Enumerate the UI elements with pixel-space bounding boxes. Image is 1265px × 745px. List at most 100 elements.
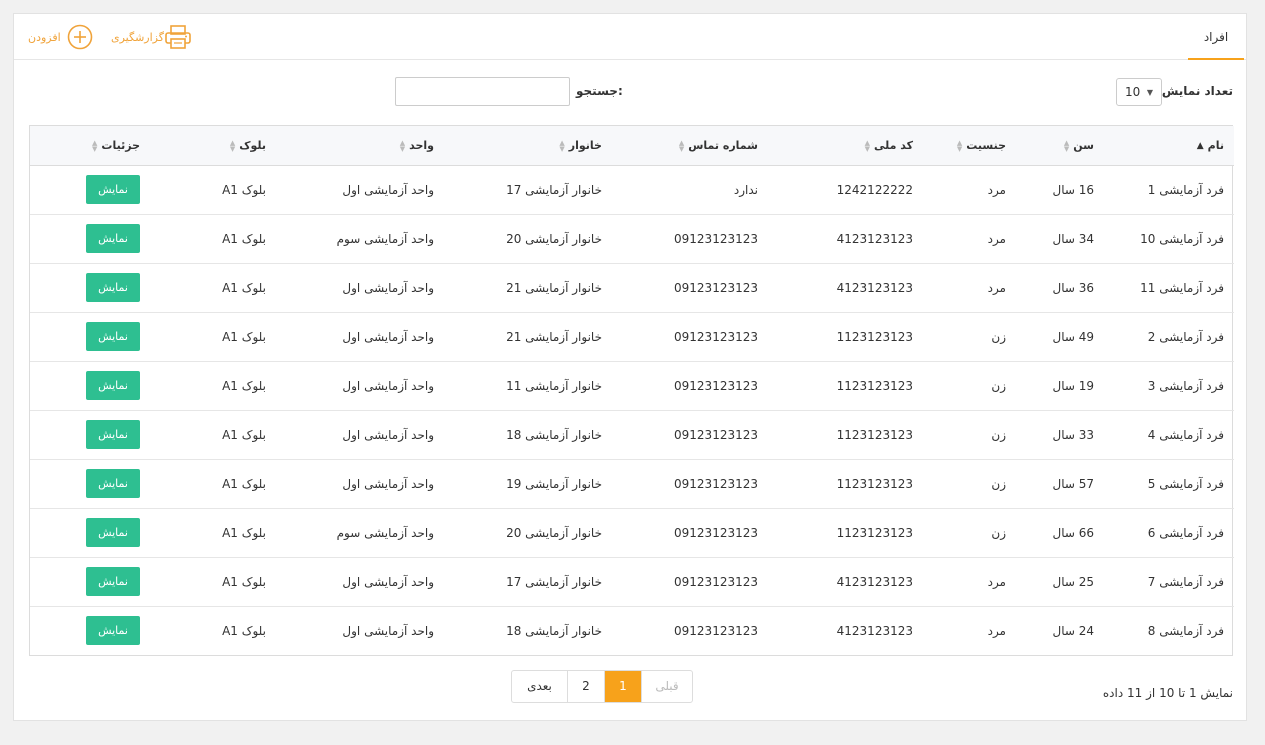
table-cell: واحد آزمایشی اول bbox=[342, 476, 434, 491]
show-details-button[interactable]: نمایش bbox=[86, 175, 140, 204]
pagination-prev[interactable]: قبلی bbox=[641, 671, 692, 702]
table-cell-details: نمایش bbox=[30, 606, 150, 655]
people-table: نام▲ سن▲ ▼ جنسیت▲ ▼ کد ملی▲ ▼ شماره تماس▲ ▼ خانوا… bbox=[29, 125, 1234, 656]
table-cell: 57 سال bbox=[1052, 476, 1094, 491]
table-cell: واحد آزمایشی سوم bbox=[336, 231, 434, 246]
table-cell: بلوک A1 bbox=[222, 476, 266, 491]
column-header-label: واحد bbox=[409, 138, 434, 152]
table-cell: بلوک A1 bbox=[222, 231, 266, 246]
show-details-button[interactable]: نمایش bbox=[86, 616, 140, 646]
column-header[interactable]: خانوار▲ ▼ bbox=[444, 126, 612, 166]
show-details-button[interactable]: نمایش bbox=[86, 469, 140, 498]
column-header[interactable]: بلوک▲ ▼ bbox=[150, 126, 276, 166]
table-cell: واحد آزمایشی اول bbox=[342, 329, 434, 344]
pagination-page-1[interactable]: 1 bbox=[604, 671, 641, 702]
table-cell: 49 سال bbox=[1052, 329, 1094, 344]
column-header[interactable]: جزئیات▲ ▼ bbox=[30, 126, 150, 166]
table-cell: مرد bbox=[987, 231, 1006, 246]
sort-icon: ▲ ▼ bbox=[678, 138, 685, 153]
table-cell: فرد آزمایشی 10 bbox=[1140, 231, 1224, 246]
sort-icon: ▲ ▼ bbox=[92, 138, 98, 153]
pagination-next[interactable]: بعدی bbox=[512, 671, 567, 702]
sort-icon: ▲ ▼ bbox=[1063, 138, 1070, 153]
table-cell-details: نمایش bbox=[30, 508, 150, 557]
table-cell: 25 سال bbox=[1052, 574, 1094, 589]
tab-people[interactable]: افراد bbox=[1188, 14, 1244, 60]
table-cell: بلوک A1 bbox=[222, 329, 266, 344]
search-input[interactable] bbox=[395, 77, 570, 106]
show-details-button[interactable]: نمایش bbox=[86, 567, 140, 596]
report-button[interactable]: گزارشگیری bbox=[107, 24, 192, 50]
table-cell: فرد آزمایشی 1 bbox=[1147, 182, 1224, 197]
column-header[interactable]: جنسیت▲ ▼ bbox=[923, 126, 1016, 166]
length-value: 10 bbox=[1125, 85, 1141, 99]
column-header-label: خانوار bbox=[568, 138, 602, 152]
table-cell: خانوار آزمایشی 21 bbox=[506, 280, 602, 295]
table-cell: 09123123123 bbox=[674, 280, 758, 295]
table-cell: زن bbox=[991, 525, 1006, 540]
table-cell: فرد آزمایشی 5 bbox=[1147, 476, 1224, 491]
table-row: فرد آزمایشی 1 16 سال مرد 1242122222 ندارد خان… bbox=[30, 165, 1234, 214]
column-header[interactable]: نام▲ bbox=[1104, 126, 1234, 166]
table-cell: خانوار آزمایشی 19 bbox=[506, 476, 602, 491]
table-cell: خانوار آزمایشی 18 bbox=[506, 427, 602, 442]
people-panel: افراد گزارشگیری افزودن تعداد نمایش 10 ▼ … bbox=[13, 13, 1247, 721]
table-cell: واحد آزمایشی سوم bbox=[336, 525, 434, 540]
length-label: تعداد نمایش bbox=[1161, 84, 1233, 98]
table-cell: 4123123123 bbox=[836, 231, 913, 246]
show-details-button[interactable]: نمایش bbox=[86, 420, 140, 449]
table-row: فرد آزمایشی 3 19 سال زن 1123123123 091231231… bbox=[30, 361, 1234, 410]
pagination-page-2[interactable]: 2 bbox=[567, 671, 604, 702]
sort-icon: ▲ ▼ bbox=[229, 138, 236, 153]
column-header[interactable]: شماره تماس▲ ▼ bbox=[612, 126, 768, 166]
table-cell: 1123123123 bbox=[836, 525, 913, 540]
table-cell: 09123123123 bbox=[674, 623, 758, 638]
sort-icon: ▲ ▼ bbox=[559, 138, 565, 153]
table-cell: مرد bbox=[987, 623, 1006, 638]
column-header[interactable]: کد ملی▲ ▼ bbox=[768, 126, 923, 166]
caret-down-icon: ▼ bbox=[1146, 87, 1153, 97]
table-cell: فرد آزمایشی 4 bbox=[1147, 427, 1224, 442]
table-cell: 4123123123 bbox=[836, 574, 913, 589]
show-details-button[interactable]: نمایش bbox=[86, 273, 140, 302]
table-cell: خانوار آزمایشی 11 bbox=[506, 378, 602, 393]
length-select[interactable]: 10 ▼ bbox=[1116, 78, 1162, 106]
column-header-label: نام bbox=[1207, 138, 1224, 152]
table-cell: فرد آزمایشی 6 bbox=[1147, 525, 1224, 540]
column-header[interactable]: سن▲ ▼ bbox=[1016, 126, 1104, 166]
table-header-row: نام▲ سن▲ ▼ جنسیت▲ ▼ کد ملی▲ ▼ شماره تماس▲ ▼ خانوا… bbox=[30, 126, 1234, 166]
show-details-button[interactable]: نمایش bbox=[86, 322, 140, 351]
column-header[interactable]: واحد▲ ▼ bbox=[276, 126, 444, 166]
sort-icon: ▲ ▼ bbox=[864, 138, 870, 153]
table-cell: 4123123123 bbox=[836, 280, 913, 295]
show-details-button[interactable]: نمایش bbox=[86, 224, 140, 253]
column-header-label: سن bbox=[1073, 138, 1094, 152]
table-cell: 09123123123 bbox=[674, 427, 758, 442]
show-details-button[interactable]: نمایش bbox=[86, 518, 140, 547]
table-cell: بلوک A1 bbox=[222, 427, 266, 442]
table-cell: بلوک A1 bbox=[222, 574, 266, 589]
table-cell: زن bbox=[991, 476, 1006, 491]
pagination: قبلی 1 2 بعدی bbox=[511, 670, 693, 703]
table-cell: 09123123123 bbox=[674, 525, 758, 540]
add-button[interactable]: افزودن bbox=[24, 24, 93, 50]
table-cell: خانوار آزمایشی 20 bbox=[506, 525, 602, 540]
table-row: فرد آزمایشی 4 33 سال زن 1123123123 091231231… bbox=[30, 410, 1234, 459]
table-cell-details: نمایش bbox=[30, 459, 150, 508]
table-cell-details: نمایش bbox=[30, 410, 150, 459]
table-row: فرد آزمایشی 11 36 سال مرد 4123123123 0912312… bbox=[30, 263, 1234, 312]
table-cell: ندارد bbox=[733, 182, 758, 197]
table-cell: 19 سال bbox=[1052, 378, 1094, 393]
table-row: فرد آزمایشی 5 57 سال زن 1123123123 091231231… bbox=[30, 459, 1234, 508]
table-cell: 1242122222 bbox=[836, 182, 913, 197]
table-row: فرد آزمایشی 2 49 سال زن 1123123123 091231231… bbox=[30, 312, 1234, 361]
table-cell: بلوک A1 bbox=[222, 623, 266, 638]
column-header-label: شماره تماس bbox=[688, 138, 758, 152]
show-details-button[interactable]: نمایش bbox=[86, 371, 140, 400]
column-header-label: بلوک bbox=[239, 138, 266, 152]
column-header-label: جنسیت bbox=[966, 138, 1006, 152]
add-label: افزودن bbox=[28, 30, 61, 44]
table-cell: 09123123123 bbox=[674, 329, 758, 344]
printer-icon bbox=[164, 24, 192, 50]
table-cell: مرد bbox=[987, 182, 1006, 197]
